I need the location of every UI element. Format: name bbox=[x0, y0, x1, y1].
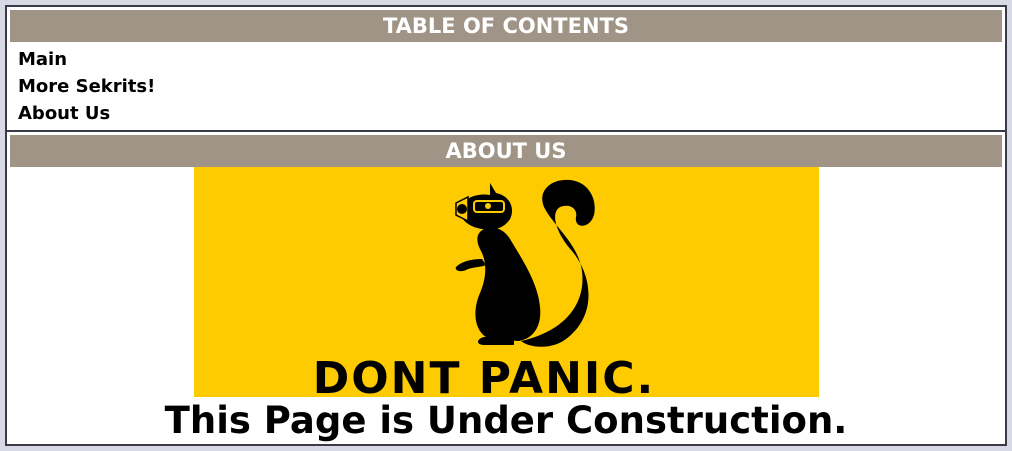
list-item: Main bbox=[18, 46, 1005, 73]
about-header: ABOUT US bbox=[10, 135, 1002, 167]
toc-link-main[interactable]: Main bbox=[18, 49, 67, 70]
under-construction-notice: This Page is Under Construction. bbox=[164, 399, 848, 442]
list-item: More Sekrits! bbox=[18, 73, 1005, 100]
toc-list: Main More Sekrits! About Us bbox=[7, 42, 1005, 130]
table-of-contents: TABLE OF CONTENTS Main More Sekrits! Abo… bbox=[7, 7, 1005, 130]
dont-panic-banner: DONT PANIC. bbox=[193, 167, 819, 397]
about-section: ABOUT US DONT PANIC. This Page is Under … bbox=[7, 132, 1005, 443]
toc-header: TABLE OF CONTENTS bbox=[10, 10, 1002, 42]
list-item: About Us bbox=[18, 100, 1005, 127]
banner-text: DONT PANIC. bbox=[312, 353, 655, 397]
banner-wrapper: DONT PANIC. bbox=[7, 167, 1005, 397]
page-frame: TABLE OF CONTENTS Main More Sekrits! Abo… bbox=[5, 5, 1007, 446]
toc-link-about-us[interactable]: About Us bbox=[18, 103, 110, 124]
toc-link-more-sekrits[interactable]: More Sekrits! bbox=[18, 76, 155, 97]
